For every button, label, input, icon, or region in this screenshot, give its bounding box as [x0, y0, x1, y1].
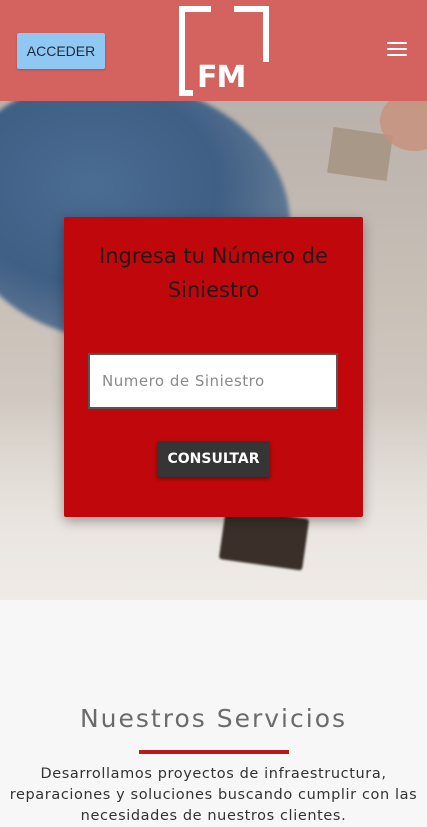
fm-logo[interactable]: FM	[179, 6, 269, 96]
top-header: ACCEDER FM	[0, 0, 427, 101]
hamburger-menu-icon[interactable]	[387, 42, 409, 58]
claim-number-input[interactable]	[88, 353, 338, 409]
claim-lookup-title: Ingresa tu Número de Siniestro	[99, 244, 328, 302]
logo-text: FM	[197, 60, 246, 95]
services-description: Desarrollamos proyectos de infraestructu…	[9, 766, 418, 824]
services-title: Nuestros Servicios	[79, 704, 348, 733]
consultar-button[interactable]: CONSULTAR	[157, 441, 270, 477]
acceder-button[interactable]: ACCEDER	[17, 33, 105, 69]
claim-lookup-card: Ingresa tu Número de Siniestro CONSULTAR	[64, 217, 363, 517]
services-section: Nuestros Servicios Desarrollamos proyect…	[0, 600, 427, 824]
services-title-underline	[139, 750, 289, 754]
